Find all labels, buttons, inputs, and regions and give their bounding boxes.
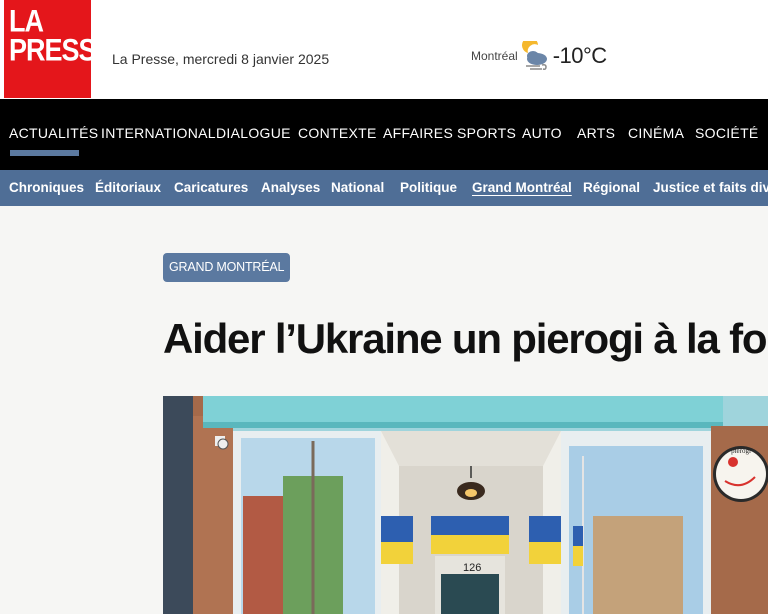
subnav-regional[interactable]: Régional [583,180,640,195]
main-navigation: ACTUALITÉS INTERNATIONAL DIALOGUE CONTEX… [0,99,768,170]
section-tag[interactable]: GRAND MONTRÉAL [163,253,291,282]
subnav-national[interactable]: National [331,180,384,195]
storefront-image: 126 pierogi [163,396,768,614]
shop-sign-text: pierogi [731,447,751,455]
sub-navigation: Chroniques Éditoriaux Caricatures Analys… [0,170,768,206]
active-nav-indicator [10,150,79,156]
nav-cinema[interactable]: CINÉMA [628,125,684,141]
nav-international[interactable]: INTERNATIONAL [101,125,216,141]
nav-actualites[interactable]: ACTUALITÉS [9,125,98,141]
la-presse-logo[interactable]: LA PRESSE [4,0,114,98]
nav-sports[interactable]: SPORTS [457,125,516,141]
weather-city: Montréal [471,49,518,63]
weather-temperature: -10°C [552,43,607,68]
subnav-analyses[interactable]: Analyses [261,180,320,195]
edition-date: La Presse, mercredi 8 janvier 2025 [112,51,330,67]
nav-affaires[interactable]: AFFAIRES [383,125,453,141]
door-number: 126 [463,562,481,574]
subnav-editoriaux[interactable]: Éditoriaux [95,180,161,195]
subnav-grand-montreal[interactable]: Grand Montréal [472,180,572,195]
subnav-chroniques[interactable]: Chroniques [9,180,84,195]
nav-societe[interactable]: SOCIÉTÉ [695,125,759,141]
nav-dialogue[interactable]: DIALOGUE [216,125,291,141]
subnav-justice[interactable]: Justice et faits divers [653,180,768,195]
weather-widget[interactable]: Montréal -10°C [471,38,607,74]
nav-arts[interactable]: ARTS [577,125,615,141]
site-header: LA PRESSE La Presse, mercredi 8 janvier … [0,0,768,99]
article-photo: 126 pierogi [163,396,768,614]
subnav-politique[interactable]: Politique [400,180,457,195]
nav-auto[interactable]: AUTO [522,125,562,141]
article-title: Aider l’Ukraine un pierogi à la fois [163,315,768,362]
nav-contexte[interactable]: CONTEXTE [298,125,377,141]
logo-line-2: PRESSE [9,32,114,68]
subnav-caricatures[interactable]: Caricatures [174,180,248,195]
partly-cloudy-icon [521,41,547,70]
